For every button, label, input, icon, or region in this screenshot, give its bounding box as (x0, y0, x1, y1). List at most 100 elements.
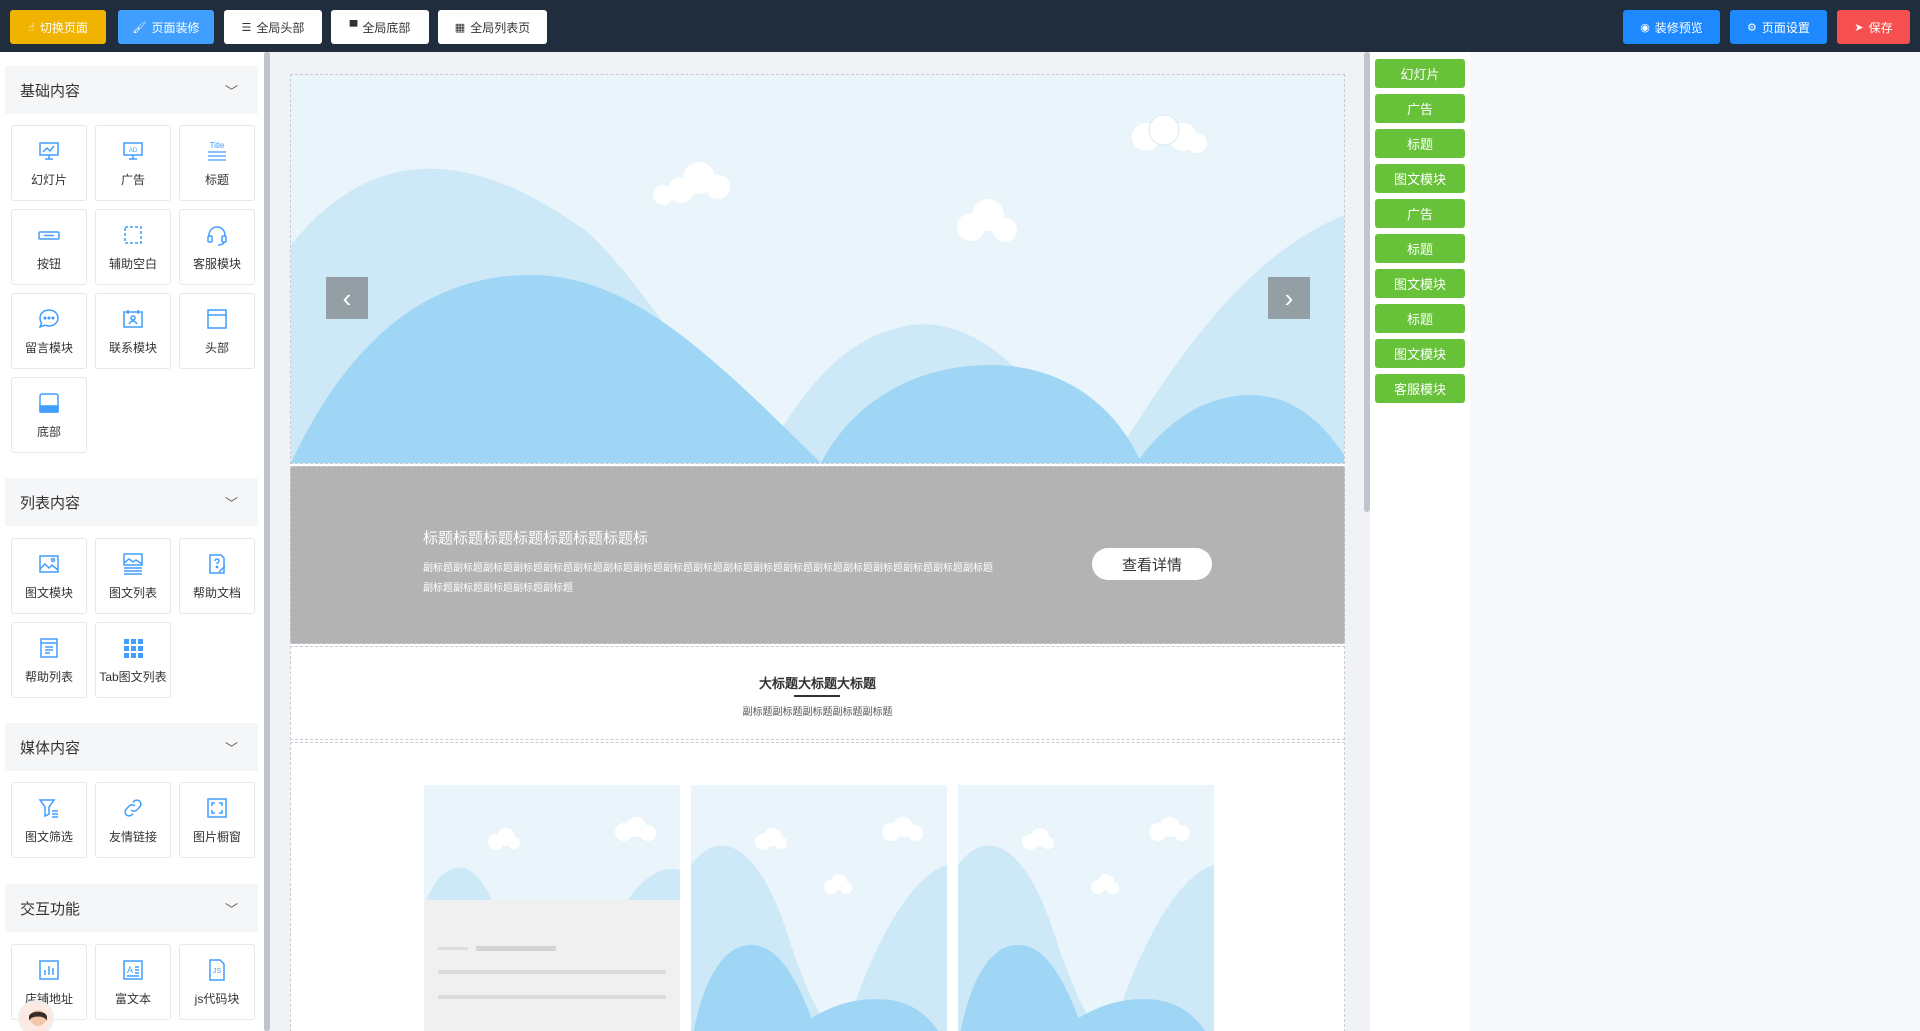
tile-slideshow[interactable]: 幻灯片 (11, 125, 87, 201)
svg-text:Title: Title (210, 141, 225, 150)
tile-ad[interactable]: AD 广告 (95, 125, 171, 201)
tile-friend-links[interactable]: 友情链接 (95, 782, 171, 858)
global-header-button[interactable]: ☰ 全局头部 (224, 10, 322, 44)
layer-item-image-text[interactable]: 图文模块 (1375, 339, 1465, 368)
chat-bubble-icon (37, 307, 61, 331)
section-interactive-header[interactable]: 交互功能 ﹀ (5, 884, 258, 932)
layer-item-ad[interactable]: 广告 (1375, 199, 1465, 228)
ad-module[interactable]: 标题标题标题标题标题标题标题标 副标题副标题副标题副标题副标题副标题副标题副标题… (290, 466, 1345, 644)
help-list-icon (37, 636, 61, 660)
layer-item-customer-service[interactable]: 客服模块 (1375, 374, 1465, 403)
title-underline (794, 695, 840, 697)
gear-icon: ⚙ (1747, 21, 1757, 34)
tile-contact[interactable]: 联系模块 (95, 293, 171, 369)
image-text-card[interactable] (424, 785, 680, 1031)
tile-title[interactable]: Title 标题 (179, 125, 255, 201)
tile-customer-service[interactable]: 客服模块 (179, 209, 255, 285)
slideshow-next-arrow[interactable]: › (1268, 277, 1310, 319)
grid-icon: ▦ (454, 21, 466, 34)
tile-button[interactable]: 按钮 (11, 209, 87, 285)
js-file-icon: JS (205, 958, 229, 982)
slideshow-prev-arrow[interactable]: ‹ (326, 277, 368, 319)
component-panel: 基础内容 ﹀ 幻灯片 AD 广告 Title 标题 按钮 辅助空白 客服模块 留… (0, 52, 264, 1031)
title-icon: Title (205, 139, 229, 163)
editor-canvas: ‹ › 标题标题标题标题标题标题标题标 副标题副标题副标题副标题副标题副标题副标… (290, 74, 1345, 1031)
save-button[interactable]: ➤ 保存 (1837, 10, 1910, 44)
dashed-square-icon (121, 223, 145, 247)
ad-view-details-button[interactable]: 查看详情 (1092, 548, 1212, 580)
chevron-right-icon: › (1284, 282, 1294, 313)
grid-icon (121, 636, 145, 660)
layer-item-image-text[interactable]: 图文模块 (1375, 164, 1465, 193)
tile-spacer[interactable]: 辅助空白 (95, 209, 171, 285)
eye-icon: ◉ (1640, 21, 1650, 34)
layer-item-title[interactable]: 标题 (1375, 304, 1465, 333)
page-decor-button[interactable]: 🖌 页面装修 (118, 10, 214, 44)
global-list-button[interactable]: ▦ 全局列表页 (438, 10, 547, 44)
tile-footer[interactable]: 底部 (11, 377, 87, 453)
section-basic-header[interactable]: 基础内容 ﹀ (5, 66, 258, 114)
header-layout-icon (205, 307, 229, 331)
slideshow-illustration (291, 75, 1344, 463)
tile-image-text[interactable]: 图文模块 (11, 538, 87, 614)
layer-item-ad[interactable]: 广告 (1375, 94, 1465, 123)
image-icon (37, 552, 61, 576)
tile-header[interactable]: 头部 (179, 293, 255, 369)
sliders-icon: ☰ (241, 21, 252, 34)
card-illustration (424, 785, 680, 1031)
filter-icon (37, 796, 61, 820)
section-media-header[interactable]: 媒体内容 ﹀ (5, 723, 258, 771)
right-empty-area (1470, 52, 1920, 1031)
card-illustration (691, 785, 947, 1031)
layer-item-title[interactable]: 标题 (1375, 234, 1465, 263)
image-list-icon (121, 552, 145, 576)
svg-text:A: A (127, 965, 133, 975)
rich-text-icon: A (121, 958, 145, 982)
tile-help-doc[interactable]: 帮助文档 (179, 538, 255, 614)
ad-subtitle: 副标题副标题副标题副标题副标题副标题副标题副标题副标题副标题副标题副标题副标题副… (423, 563, 993, 594)
tile-js-code[interactable]: JS js代码块 (179, 944, 255, 1020)
image-text-card[interactable] (958, 785, 1214, 1031)
footer-layout-icon (37, 391, 61, 415)
section-list-header[interactable]: 列表内容 ﹀ (5, 478, 258, 526)
switch-page-button[interactable]: ☝ 切换页面 (10, 10, 106, 44)
user-avatar[interactable] (18, 1000, 54, 1031)
title-module-subtitle: 副标题副标题副标题副标题副标题 (742, 707, 893, 718)
layer-item-slideshow[interactable]: 幻灯片 (1375, 59, 1465, 88)
slideshow-icon (37, 139, 61, 163)
image-text-card[interactable] (691, 785, 947, 1031)
svg-text:AD: AD (129, 148, 138, 154)
chevron-down-icon: ﹀ (224, 740, 238, 756)
tile-image-list[interactable]: 图文列表 (95, 538, 171, 614)
layer-item-image-text[interactable]: 图文模块 (1375, 269, 1465, 298)
chevron-down-icon: ﹀ (224, 901, 238, 917)
top-toolbar: ☝ 切换页面 🖌 页面装修 ☰ 全局头部 ▀ 全局底部 ▦ 全局列表页 ◉ 装修… (0, 0, 1920, 52)
svg-text:JS: JS (213, 968, 222, 975)
tile-image-filter[interactable]: 图文筛选 (11, 782, 87, 858)
preview-button[interactable]: ◉ 装修预览 (1623, 10, 1720, 44)
link-icon (121, 796, 145, 820)
chevron-down-icon: ﹀ (224, 83, 238, 99)
chevron-left-icon: ‹ (342, 282, 352, 313)
chevron-down-icon: ﹀ (224, 495, 238, 511)
image-text-module[interactable] (290, 742, 1345, 1031)
send-icon: ➤ (1854, 21, 1864, 34)
page-settings-button[interactable]: ⚙ 页面设置 (1730, 10, 1827, 44)
expand-frame-icon (205, 796, 229, 820)
tile-image-showcase[interactable]: 图片橱窗 (179, 782, 255, 858)
button-icon (37, 223, 61, 247)
title-module[interactable]: 大标题大标题大标题 副标题副标题副标题副标题副标题 (290, 646, 1345, 740)
tile-help-list[interactable]: 帮助列表 (11, 622, 87, 698)
brush-icon: 🖌 (132, 21, 147, 34)
title-module-heading: 大标题大标题大标题 (758, 676, 876, 691)
bar-chart-icon (37, 958, 61, 982)
tile-rich-text[interactable]: A 富文本 (95, 944, 171, 1020)
slideshow-module[interactable]: ‹ › (290, 74, 1345, 464)
headset-icon (205, 223, 229, 247)
tile-message[interactable]: 留言模块 (11, 293, 87, 369)
tile-tab-image-list[interactable]: Tab图文列表 (95, 622, 171, 698)
monitor-icon: ▀ (349, 21, 358, 33)
help-doc-icon (205, 552, 229, 576)
layer-item-title[interactable]: 标题 (1375, 129, 1465, 158)
global-footer-button[interactable]: ▀ 全局底部 (331, 10, 429, 44)
